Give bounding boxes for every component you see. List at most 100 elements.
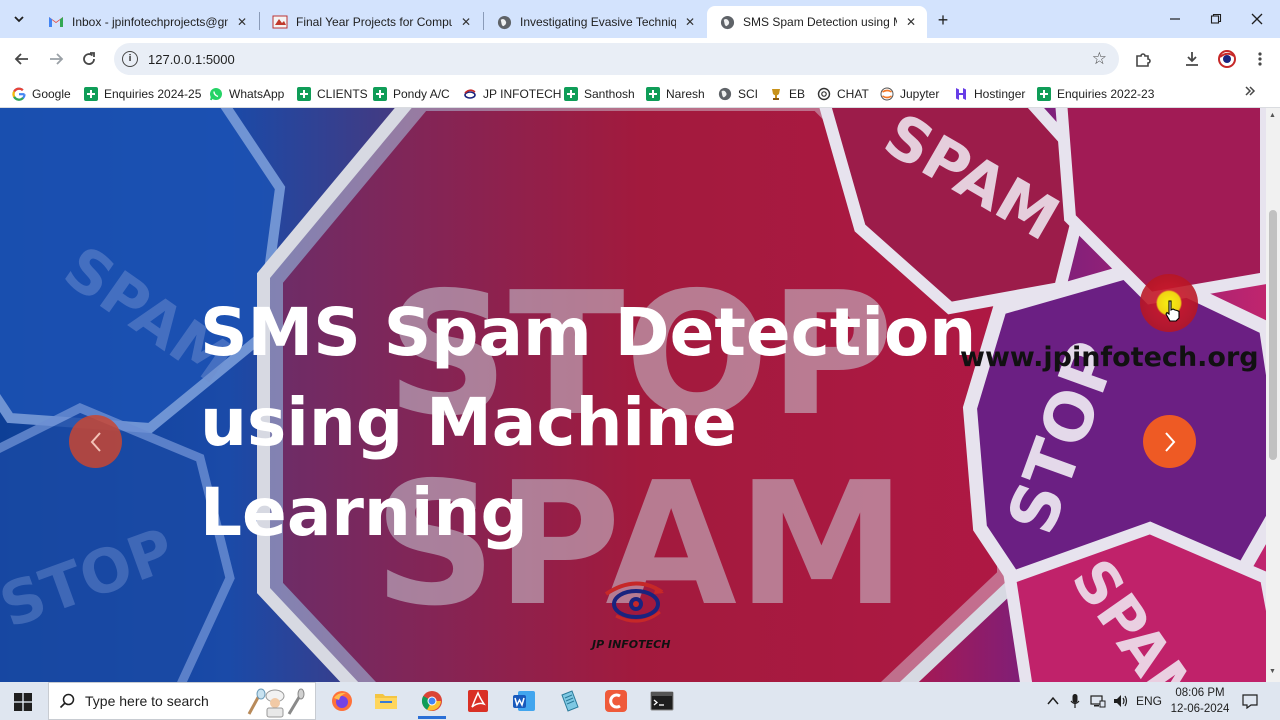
scroll-down-arrow-icon[interactable]: ▼ <box>1269 668 1276 675</box>
taskbar-word[interactable] <box>504 686 544 716</box>
carousel-prev-button[interactable] <box>69 415 122 468</box>
taskbar-chrome[interactable] <box>412 686 452 719</box>
close-window-button[interactable] <box>1234 0 1280 38</box>
address-bar[interactable]: i 127.0.0.1:5000 ☆ <box>114 43 1119 75</box>
search-icon <box>59 693 75 709</box>
hostinger-icon <box>954 87 968 101</box>
taskbar-acrobat[interactable] <box>458 686 498 716</box>
scrollbar-thumb[interactable] <box>1269 210 1277 460</box>
chatgpt-icon <box>817 87 831 101</box>
hero-title-line: Learning <box>200 474 528 551</box>
taskbar-search-box[interactable]: Type here to search <box>48 682 316 720</box>
sheets-icon <box>564 87 578 101</box>
bookmark-whatsapp[interactable]: WhatsApp <box>209 85 284 103</box>
reload-button[interactable] <box>77 47 101 71</box>
close-icon[interactable]: ✕ <box>458 14 474 30</box>
bookmark-chat[interactable]: CHAT <box>817 85 869 103</box>
arrow-right-icon <box>50 53 64 65</box>
downloads-button[interactable] <box>1180 47 1204 71</box>
windows-logo-icon <box>14 693 32 711</box>
carousel-next-button[interactable] <box>1143 415 1196 468</box>
website-watermark: www.jpinfotech.org <box>960 342 1259 373</box>
tray-volume[interactable] <box>1110 682 1132 720</box>
back-button[interactable] <box>10 47 34 71</box>
tab-search-button[interactable] <box>8 8 30 30</box>
sheets-icon <box>297 87 311 101</box>
browser-toolbar: i 127.0.0.1:5000 ☆ <box>0 38 1280 80</box>
tray-notifications[interactable] <box>1238 682 1262 720</box>
taskbar-clock[interactable]: 08:06 PM 12-06-2024 <box>1166 685 1234 717</box>
search-placeholder: Type here to search <box>85 693 209 709</box>
folder-icon <box>375 694 397 709</box>
hero-carousel-slide: STOP SPAM SPAM STOP STOP SPAM SPAM SMS S… <box>0 108 1266 682</box>
chevron-right-icon <box>1164 431 1175 452</box>
bookmark-hostinger[interactable]: Hostinger <box>954 85 1025 103</box>
volume-icon <box>1114 695 1128 707</box>
globe-icon <box>496 14 512 30</box>
minimize-icon <box>1170 18 1180 20</box>
menu-button[interactable] <box>1248 47 1272 71</box>
taskbar-notepad-app[interactable] <box>550 686 590 716</box>
avatar-icon <box>1218 50 1236 68</box>
bookmark-label: Enquiries 2022-23 <box>1057 87 1155 101</box>
tab-sms-spam-detection[interactable]: SMS Spam Detection using Ma ✕ <box>707 6 927 38</box>
bookmark-label: Jupyter <box>900 87 940 101</box>
tray-network[interactable] <box>1088 682 1108 720</box>
close-icon[interactable]: ✕ <box>234 14 250 30</box>
bookmark-label: Enquiries 2024-25 <box>104 87 202 101</box>
bookmark-eb[interactable]: EB <box>769 85 805 103</box>
taskbar-firefox[interactable] <box>322 686 362 716</box>
page-scrollbar[interactable]: ▲ ▼ <box>1266 108 1280 682</box>
close-icon[interactable]: ✕ <box>903 14 919 30</box>
firefox-icon <box>332 691 352 711</box>
sheets-icon <box>373 87 387 101</box>
taskbar-codeblocks[interactable] <box>596 686 636 716</box>
taskbar-terminal[interactable] <box>642 686 682 716</box>
bookmark-clients[interactable]: CLIENTS <box>297 85 368 103</box>
tray-show-hidden-button[interactable] <box>1044 682 1062 720</box>
chrome-icon <box>421 691 442 711</box>
bookmark-star-icon[interactable]: ☆ <box>1092 49 1107 69</box>
new-tab-button[interactable]: + <box>932 9 954 31</box>
taskbar-file-explorer[interactable] <box>366 686 406 716</box>
network-icon <box>1090 695 1106 708</box>
profile-avatar[interactable] <box>1215 47 1239 71</box>
tray-microphone[interactable] <box>1066 682 1084 720</box>
globe-icon <box>718 87 732 101</box>
restore-button[interactable] <box>1193 0 1239 38</box>
tab-investigating-evasive[interactable]: Investigating Evasive Technique ✕ <box>484 6 706 38</box>
terminal-icon <box>650 691 674 711</box>
bookmark-pondy-ac[interactable]: Pondy A/C <box>373 85 450 103</box>
tab-title: SMS Spam Detection using Ma <box>743 15 897 29</box>
tab-gmail[interactable]: Inbox - jpinfotechprojects@gm ✕ <box>36 6 258 38</box>
start-button[interactable] <box>8 691 38 713</box>
tray-language[interactable]: ENG <box>1134 682 1164 720</box>
bookmark-label: SCI <box>738 87 759 101</box>
logo-text: JP INFOTECH <box>592 638 671 651</box>
scroll-up-arrow-icon[interactable]: ▲ <box>1269 112 1276 119</box>
puzzle-icon <box>1136 53 1151 67</box>
bookmarks-overflow-button[interactable] <box>1244 84 1256 100</box>
forward-button[interactable] <box>44 47 68 71</box>
bookmark-jp-infotech[interactable]: JP INFOTECH <box>463 85 561 103</box>
bookmark-enquiries-2024-25[interactable]: Enquiries 2024-25 <box>84 85 201 103</box>
extensions-button[interactable] <box>1131 47 1155 71</box>
windows-taskbar: Type here to search ENG 08:06 PM 12-06-2… <box>0 682 1280 720</box>
jupyter-icon <box>880 87 894 101</box>
bookmark-google[interactable]: Google <box>12 85 71 103</box>
clock-time: 08:06 PM <box>1175 687 1225 699</box>
bookmark-santhosh[interactable]: Santhosh <box>564 85 635 103</box>
google-icon <box>12 87 26 101</box>
close-icon[interactable]: ✕ <box>682 14 698 30</box>
trophy-icon <box>769 87 783 101</box>
url-text[interactable]: 127.0.0.1:5000 <box>148 52 235 67</box>
bookmark-enquiries-2022-23[interactable]: Enquiries 2022-23 <box>1037 85 1154 103</box>
minimize-button[interactable] <box>1152 0 1198 38</box>
bookmark-sci[interactable]: SCI <box>718 85 758 103</box>
arrow-left-icon <box>14 53 28 65</box>
chevron-down-icon <box>14 16 24 23</box>
site-info-icon[interactable]: i <box>122 51 138 67</box>
tab-final-year-projects[interactable]: Final Year Projects for Compute ✕ <box>260 6 482 38</box>
bookmark-jupyter[interactable]: Jupyter <box>880 85 939 103</box>
bookmark-naresh[interactable]: Naresh <box>646 85 705 103</box>
